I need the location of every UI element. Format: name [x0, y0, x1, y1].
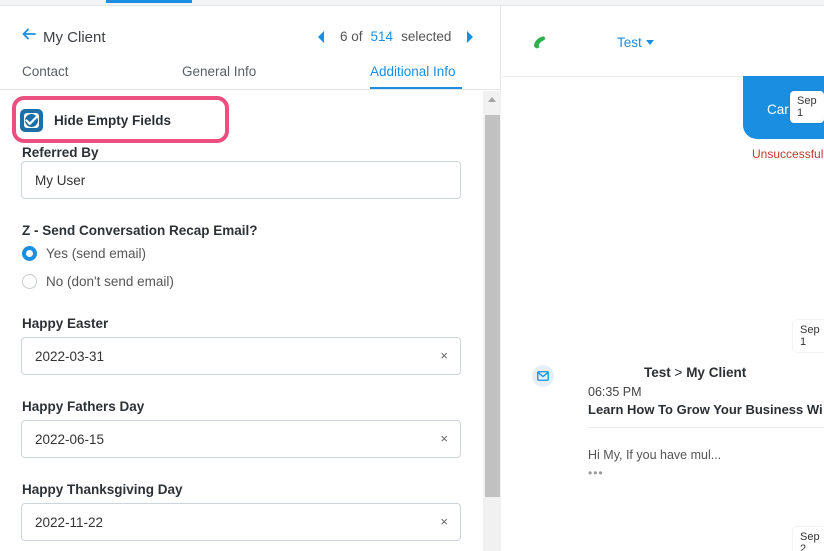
previous-record-icon[interactable]	[316, 30, 326, 44]
message-recipient: My Client	[686, 365, 747, 380]
clear-fathers-day-icon[interactable]: ×	[440, 431, 448, 446]
tab-additional-info[interactable]: Additional Info	[370, 64, 456, 79]
tab-general-info[interactable]: General Info	[182, 64, 256, 79]
pager-position: 6 of	[340, 29, 363, 44]
referred-by-input[interactable]: My User	[21, 161, 461, 199]
hide-empty-fields-checkbox[interactable]	[20, 109, 43, 132]
recap-option-no[interactable]: No (don't send email)	[22, 274, 174, 289]
recap-email-label: Z - Send Conversation Recap Email?	[22, 223, 258, 238]
tab-contact[interactable]: Contact	[22, 64, 69, 79]
message-preview[interactable]: Hi My, If you have mul...	[588, 448, 721, 462]
date-pill: Sep 1	[793, 320, 824, 352]
recap-option-yes-label: Yes (send email)	[46, 246, 147, 261]
referred-by-value: My User	[35, 173, 86, 188]
happy-fathers-day-value: 2022-06-15	[35, 432, 105, 447]
scrollbar-thumb[interactable]	[485, 115, 500, 497]
message-divider	[588, 427, 824, 428]
top-tab-indicator	[106, 0, 192, 3]
date-pill: Sep 1	[790, 91, 824, 123]
email-icon	[532, 365, 554, 387]
clear-easter-icon[interactable]: ×	[440, 348, 448, 363]
message-subject[interactable]: Learn How To Grow Your Business Wi	[588, 402, 823, 417]
happy-easter-input[interactable]: 2022-03-31 ×	[21, 337, 461, 375]
hide-empty-fields-label[interactable]: Hide Empty Fields	[54, 113, 171, 128]
contact-dropdown-label: Test	[617, 35, 642, 50]
checkmark-icon	[25, 115, 38, 125]
happy-fathers-day-label: Happy Fathers Day	[22, 399, 145, 414]
recap-option-no-label: No (don't send email)	[46, 274, 174, 289]
contact-details-panel: My Client 6 of 514 selected Contact Gene…	[0, 6, 501, 551]
clear-thanksgiving-icon[interactable]: ×	[440, 514, 448, 529]
message-time: 06:35 PM	[588, 385, 642, 399]
message-participants: Test > My Client	[644, 365, 746, 380]
contact-name-title: My Client	[43, 29, 106, 46]
next-record-icon[interactable]	[465, 30, 475, 44]
bubble-text: Car	[767, 102, 789, 117]
pager-selected-label: selected	[401, 29, 452, 44]
more-dots-icon[interactable]: •••	[588, 466, 604, 480]
happy-thanksgiving-input[interactable]: 2022-11-22 ×	[21, 503, 461, 541]
radio-yes[interactable]	[22, 246, 37, 261]
referred-by-label: Referred By	[22, 145, 99, 160]
scroll-up-arrow-icon[interactable]	[488, 97, 496, 102]
happy-fathers-day-input[interactable]: 2022-06-15 ×	[21, 420, 461, 458]
phone-icon[interactable]	[531, 33, 549, 51]
conversation-panel: Test Car Sep 1 Unsuccessful Sep 1 Test >…	[502, 6, 824, 551]
contact-dropdown[interactable]: Test	[617, 35, 654, 50]
happy-easter-label: Happy Easter	[22, 316, 109, 331]
message-sender: Test	[644, 365, 671, 380]
participant-separator: >	[674, 365, 683, 380]
happy-thanksgiving-value: 2022-11-22	[35, 515, 104, 530]
radio-no[interactable]	[22, 274, 37, 289]
date-pill: Sep 2	[793, 527, 824, 551]
conversation-header: Test	[502, 6, 824, 77]
record-pager: 6 of 514 selected	[316, 29, 475, 44]
recap-option-yes[interactable]: Yes (send email)	[22, 246, 146, 261]
fields-scroll-area: Hide Empty Fields Referred By My User Z …	[0, 91, 501, 551]
active-tab-underline	[370, 87, 462, 89]
panel-header: My Client 6 of 514 selected Contact Gene…	[0, 6, 501, 90]
happy-easter-value: 2022-03-31	[35, 349, 105, 364]
happy-thanksgiving-label: Happy Thanksgiving Day	[22, 482, 183, 497]
fields-scrollbar[interactable]	[483, 91, 501, 551]
hide-empty-fields-highlight: Hide Empty Fields	[12, 96, 229, 143]
pager-total[interactable]: 514	[371, 29, 394, 44]
message-status: Unsuccessful	[752, 147, 824, 161]
back-arrow-icon[interactable]	[21, 26, 37, 42]
chevron-down-icon	[645, 40, 654, 45]
